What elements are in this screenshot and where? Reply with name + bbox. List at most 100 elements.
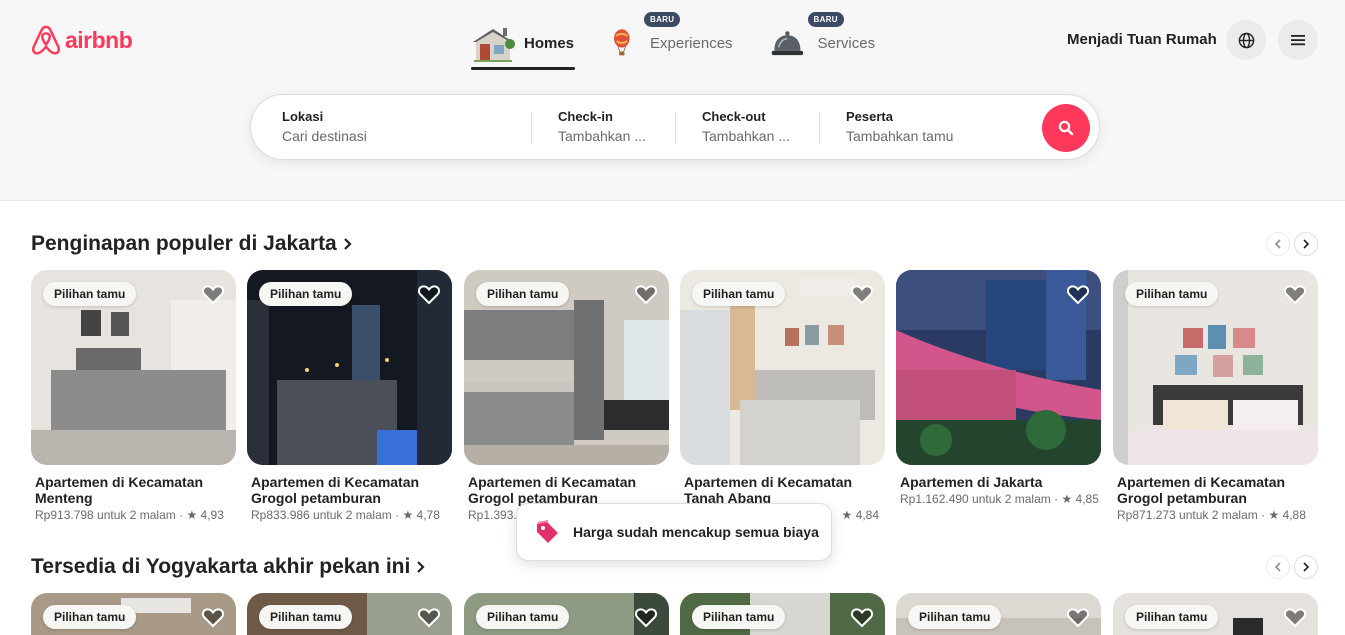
heart-icon[interactable]: [1283, 605, 1307, 629]
globe-icon: [1238, 32, 1254, 48]
heart-icon[interactable]: [850, 605, 874, 629]
heart-icon[interactable]: [634, 605, 658, 629]
listing-photo[interactable]: Pilihan tamu: [31, 270, 236, 465]
listing-photo[interactable]: Pilihan tamu: [464, 270, 669, 465]
listing-title: Apartemen di Kecamatan Menteng: [35, 474, 204, 506]
checkin-placeholder: Tambahkan ...: [558, 128, 646, 144]
listing-meta: Rp1.162.490 untuk 2 malam · ★ 4,85: [900, 492, 1099, 506]
listing-card[interactable]: Pilihan tamu: [896, 593, 1101, 635]
guest-favorite-badge: Pilihan tamu: [476, 605, 570, 629]
listing-photo[interactable]: Pilihan tamu: [680, 593, 885, 635]
listing-title: Apartemen di Jakarta: [900, 474, 1043, 490]
tab-experiences[interactable]: BARU Experiences: [612, 12, 733, 70]
search-icon: [1058, 120, 1074, 136]
listing-photo[interactable]: Pilihan tamu: [31, 593, 236, 635]
listing-photo[interactable]: Pilihan tamu: [247, 270, 452, 465]
guest-favorite-badge: Pilihan tamu: [259, 605, 353, 629]
section-title-jakarta[interactable]: Penginapan populer di Jakarta: [31, 232, 353, 256]
search-button[interactable]: [1042, 104, 1090, 152]
brand-name: airbnb: [65, 26, 133, 53]
listing-card[interactable]: Pilihan tamu Apartemen di Kecamatan Tana…: [680, 270, 885, 522]
price-info-toast: Harga sudah mencakup semua biaya: [516, 503, 832, 561]
heart-icon[interactable]: [850, 282, 874, 306]
category-nav: Homes BARU Experiences BARU Services: [470, 12, 876, 72]
listing-rating: ★ 4,84: [841, 508, 879, 522]
listing-meta: Rp871.273 untuk 2 malam · ★ 4,88: [1117, 508, 1306, 522]
listing-photo[interactable]: Pilihan tamu: [1113, 270, 1318, 465]
carousel-next-button[interactable]: [1294, 555, 1318, 579]
section-title-yogyakarta[interactable]: Tersedia di Yogyakarta akhir pekan ini: [31, 555, 426, 579]
listing-card[interactable]: Pilihan tamu: [464, 593, 669, 635]
carousel-prev-button[interactable]: [1266, 555, 1290, 579]
language-button[interactable]: [1226, 20, 1266, 60]
carousel-arrows: [1266, 232, 1318, 256]
listing-rating: ★ 4,93: [186, 508, 224, 522]
listing-card[interactable]: Pilihan tamu Apartemen di Kecamatan Grog…: [464, 270, 669, 522]
heart-icon[interactable]: [201, 282, 225, 306]
chevron-right-icon: [417, 561, 425, 573]
tab-homes-label: Homes: [524, 34, 575, 52]
listing-photo[interactable]: Pilihan tamu: [680, 270, 885, 465]
heart-icon[interactable]: [1066, 605, 1090, 629]
checkout-placeholder: Tambahkan ...: [702, 128, 790, 144]
listing-photo[interactable]: Pilihan tamu: [896, 593, 1101, 635]
listing-photo[interactable]: Pilihan tamu: [247, 593, 452, 635]
guests-field[interactable]: Peserta Tambahkan tamu: [846, 109, 953, 144]
carousel-next-button[interactable]: [1294, 232, 1318, 256]
search-divider: [819, 112, 820, 144]
listing-title: Apartemen di Kecamatan Tanah Abang: [684, 474, 853, 506]
listing-title: Apartemen di Kecamatan Grogol petamburan: [251, 474, 420, 506]
checkout-label: Check-out: [702, 109, 766, 124]
airbnb-logo-icon: [32, 25, 60, 55]
checkin-field[interactable]: Check-in Tambahkan ...: [558, 109, 646, 144]
carousel-prev-button[interactable]: [1266, 232, 1290, 256]
listing-rating: ★ 4,78: [402, 508, 440, 522]
search-divider: [531, 112, 532, 144]
location-label: Lokasi: [282, 109, 324, 124]
listing-price: Rp871.273 untuk 2 malam: [1117, 508, 1258, 522]
listing-card[interactable]: Pilihan tamu: [680, 593, 885, 635]
location-field[interactable]: Lokasi Cari destinasi: [282, 109, 367, 144]
heart-icon[interactable]: [417, 605, 441, 629]
listing-price: Rp1.162.490 untuk 2 malam: [900, 492, 1051, 506]
search-divider: [675, 112, 676, 144]
listing-photo[interactable]: [896, 270, 1101, 465]
tab-experiences-badge: BARU: [644, 12, 681, 27]
tab-services-label: Services: [817, 34, 876, 52]
listing-meta: Rp913.798 untuk 2 malam · ★ 4,93: [35, 508, 224, 522]
heart-icon[interactable]: [417, 282, 441, 306]
main-menu-button[interactable]: [1278, 20, 1318, 60]
guest-favorite-badge: Pilihan tamu: [1125, 282, 1219, 306]
become-host-link[interactable]: Menjadi Tuan Rumah: [1067, 31, 1217, 48]
chevron-right-icon: [343, 238, 352, 250]
listing-card[interactable]: Pilihan tamu Apartemen di Kecamatan Ment…: [31, 270, 236, 522]
listing-card[interactable]: Pilihan tamu Apartemen di Kecamatan Grog…: [1113, 270, 1318, 522]
listing-card[interactable]: Pilihan tamu Apartemen di Kecamatan Grog…: [247, 270, 452, 522]
heart-icon[interactable]: [201, 605, 225, 629]
guest-favorite-badge: Pilihan tamu: [43, 605, 137, 629]
tab-services-badge: BARU: [807, 12, 844, 27]
toast-message: Harga sudah mencakup semua biaya: [573, 524, 819, 540]
carousel-arrows: [1266, 555, 1318, 579]
airbnb-logo[interactable]: airbnb: [31, 24, 133, 56]
heart-icon[interactable]: [1066, 282, 1090, 306]
chevron-right-icon: [1303, 562, 1310, 572]
listing-title: Apartemen di Kecamatan Grogol petamburan: [468, 474, 637, 506]
tab-services[interactable]: BARU Services: [770, 12, 876, 70]
listing-card[interactable]: Pilihan tamu: [247, 593, 452, 635]
listing-card[interactable]: Pilihan tamu: [1113, 593, 1318, 635]
guest-favorite-badge: Pilihan tamu: [476, 282, 570, 306]
chevron-right-icon: [1303, 239, 1310, 249]
heart-icon[interactable]: [1283, 282, 1307, 306]
guest-favorite-badge: Pilihan tamu: [259, 282, 353, 306]
header: airbnb Homes BARU Experiences BARU Servi…: [0, 0, 1345, 201]
checkout-field[interactable]: Check-out Tambahkan ...: [702, 109, 790, 144]
listing-photo[interactable]: Pilihan tamu: [464, 593, 669, 635]
heart-icon[interactable]: [634, 282, 658, 306]
listing-rating: ★ 4,88: [1268, 508, 1306, 522]
listing-rating: ★ 4,85: [1061, 492, 1099, 506]
tab-homes[interactable]: Homes: [470, 16, 575, 70]
listing-card[interactable]: Apartemen di Jakarta Rp1.162.490 untuk 2…: [896, 270, 1101, 506]
listing-photo[interactable]: Pilihan tamu: [1113, 593, 1318, 635]
listing-card[interactable]: Pilihan tamu: [31, 593, 236, 635]
